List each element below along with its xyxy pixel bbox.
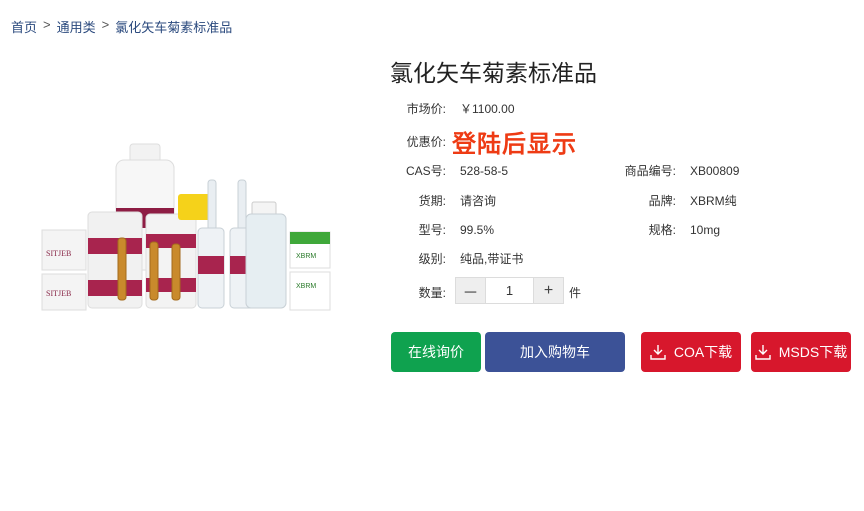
- box-brand-text: XBRM: [296, 253, 316, 260]
- market-price-label: 市场价:: [406, 102, 446, 116]
- model-value: 99.5%: [460, 222, 495, 237]
- msds-download-label: MSDS下载: [778, 344, 848, 360]
- model-row: 型号: 99.5%: [402, 221, 494, 238]
- coa-download-button[interactable]: COA下载: [641, 332, 741, 372]
- cas-row: CAS号: 528-58-5: [402, 162, 508, 179]
- promo-price-row: 优惠价: 登陆后显示: [402, 124, 577, 159]
- add-to-cart-button[interactable]: 加入购物车: [485, 332, 625, 372]
- delivery-row: 货期: 请咨询: [402, 192, 496, 209]
- spec-value: 10mg: [690, 222, 721, 237]
- quantity-increase-button[interactable]: +: [534, 278, 563, 303]
- coa-download-label: COA下载: [673, 344, 733, 360]
- box-brand-text: SITJEB: [46, 249, 71, 258]
- breadcrumb-separator: >: [43, 17, 51, 32]
- inquiry-button-label: 在线询价: [408, 344, 464, 360]
- breadcrumb-current[interactable]: 氯化矢车菊素标准品: [115, 17, 232, 36]
- breadcrumb-category[interactable]: 通用类: [57, 17, 96, 36]
- grade-row: 级别: 纯品,带证书: [402, 250, 524, 267]
- sku-row: 商品编号: XB00809: [610, 162, 740, 179]
- quantity-unit-row: 件: [569, 284, 581, 301]
- brand-value: XBRM纯: [690, 194, 737, 208]
- download-icon: [755, 345, 771, 360]
- quantity-decrease-button[interactable]: －: [456, 278, 485, 303]
- product-image: SITJEB SITJEB XBRM XBRM: [41, 143, 331, 311]
- cas-value: 528-58-5: [460, 163, 509, 178]
- cas-label: CAS号:: [405, 164, 446, 178]
- quantity-input[interactable]: 1: [485, 278, 534, 303]
- box-brand-text: XBRM: [296, 283, 316, 290]
- sku-label: 商品编号:: [624, 164, 676, 178]
- spec-row: 规格: 10mg: [610, 221, 720, 238]
- brand-label: 品牌:: [648, 194, 676, 208]
- product-title: 氯化矢车菊素标准品: [390, 60, 597, 86]
- msds-download-button[interactable]: MSDS下载: [751, 332, 851, 372]
- promo-price-label: 优惠价:: [406, 135, 446, 149]
- quantity-unit: 件: [569, 286, 582, 300]
- model-label: 型号:: [418, 223, 446, 237]
- market-price-value: ￥1100.00: [460, 102, 515, 116]
- breadcrumb-separator: >: [101, 17, 110, 32]
- add-to-cart-button-label: 加入购物车: [520, 344, 590, 360]
- delivery-label: 货期:: [418, 194, 446, 208]
- promo-price-text: 登陆后显示: [452, 131, 577, 158]
- breadcrumb-home[interactable]: 首页: [11, 17, 37, 36]
- delivery-value: 请咨询: [460, 194, 497, 208]
- box-brand-text: SITJEB: [46, 289, 71, 298]
- breadcrumb: 首页 > 通用类 > 氯化矢车菊素标准品: [11, 17, 232, 36]
- grade-label: 级别:: [418, 252, 446, 266]
- quantity-label: 数量:: [418, 286, 446, 300]
- market-price-row: 市场价: ￥1100.00: [402, 100, 515, 117]
- spec-label: 规格:: [648, 223, 676, 237]
- quantity-stepper: － 1 +: [455, 277, 564, 304]
- grade-value: 纯品,带证书: [460, 252, 524, 266]
- download-icon: [650, 345, 666, 360]
- quantity-row: 数量:: [402, 284, 446, 301]
- inquiry-button[interactable]: 在线询价: [391, 332, 481, 372]
- brand-row: 品牌: XBRM纯: [610, 192, 737, 209]
- sku-value: XB00809: [690, 163, 740, 178]
